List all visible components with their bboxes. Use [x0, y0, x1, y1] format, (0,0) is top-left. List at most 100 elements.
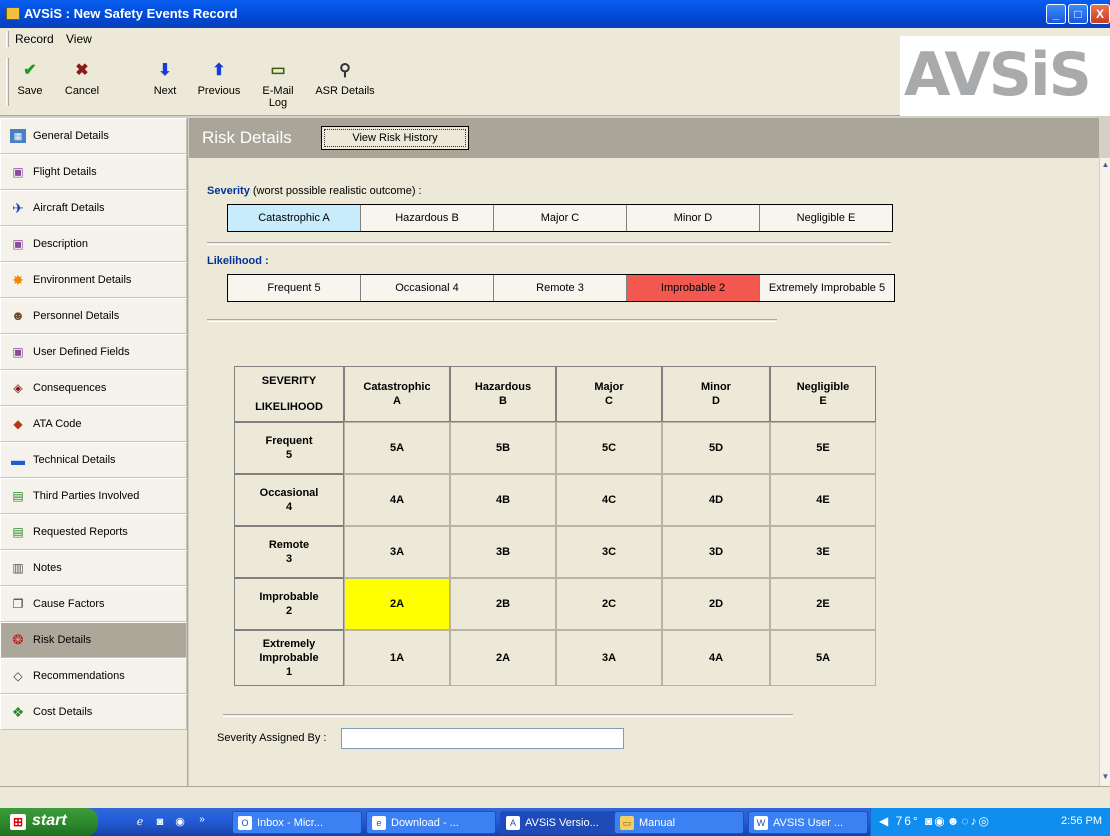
sidebar-item-recommendations[interactable]: ◇ Recommendations — [0, 658, 187, 694]
matrix-cell[interactable]: 3B — [450, 526, 556, 578]
sidebar-item-label: Notes — [33, 562, 62, 574]
cancel-button[interactable]: ✖ Cancel — [62, 62, 102, 97]
task-inbox[interactable]: O Inbox - Micr... — [232, 811, 362, 834]
matrix-cell[interactable]: 5C — [556, 422, 662, 474]
matrix-cell[interactable]: 3C — [556, 526, 662, 578]
matrix-cell[interactable]: 4C — [556, 474, 662, 526]
sidebar-item-user-defined-fields[interactable]: ▣ User Defined Fields — [0, 334, 187, 370]
next-button[interactable]: ⬇ Next — [150, 62, 180, 97]
chevron-right-icon[interactable]: » — [194, 812, 210, 828]
matrix-cell[interactable]: 1A — [344, 630, 450, 686]
sidebar-item-personnel-details[interactable]: ☻ Personnel Details — [0, 298, 187, 334]
matrix-cell[interactable]: 3A — [344, 526, 450, 578]
outlook-icon[interactable]: ◙ — [152, 814, 168, 830]
severity-assigned-by-input[interactable] — [341, 728, 624, 749]
risk-matrix: SEVERITY LIKELIHOOD Catastrophic A Hazard… — [234, 366, 876, 686]
severity-option-hazardous[interactable]: Hazardous B — [361, 205, 494, 231]
sidebar-item-risk-details[interactable]: ❂ Risk Details — [0, 622, 187, 658]
sidebar-item-technical-details[interactable]: ▬ Technical Details — [0, 442, 187, 478]
task-avsis-version[interactable]: A AVSiS Versio... — [500, 811, 630, 834]
scroll-up-icon[interactable]: ▲ — [1101, 160, 1110, 172]
severity-option-negligible[interactable]: Negligible E — [760, 205, 892, 231]
matrix-cell[interactable]: 3D — [662, 526, 770, 578]
matrix-cell[interactable]: 4E — [770, 474, 876, 526]
matrix-cell[interactable]: 2B — [450, 578, 556, 630]
severity-option-major[interactable]: Major C — [494, 205, 627, 231]
sidebar-item-label: Personnel Details — [33, 310, 120, 322]
start-button[interactable]: ⊞ start — [0, 808, 98, 836]
sidebar-item-third-parties-involved[interactable]: ▤ Third Parties Involved — [0, 478, 187, 514]
matrix-row-header: Extremely Improbable 1 — [234, 630, 344, 686]
sidebar-item-environment-details[interactable]: ✸ Environment Details — [0, 262, 187, 298]
minimize-button[interactable]: _ — [1046, 4, 1066, 24]
likelihood-label: Likelihood : — [207, 255, 269, 267]
matrix-cell[interactable]: 2D — [662, 578, 770, 630]
task-avsis-user[interactable]: W AVSIS User ... — [748, 811, 868, 834]
task-manual[interactable]: ▭ Manual — [614, 811, 744, 834]
view-risk-history-button[interactable]: View Risk History — [321, 126, 469, 150]
save-button[interactable]: ✔ Save — [14, 62, 46, 97]
globe-icon: ❖ — [11, 704, 25, 720]
matrix-corner-likelihood: LIKELIHOOD — [255, 401, 323, 413]
likelihood-option-frequent[interactable]: Frequent 5 — [228, 275, 361, 301]
matrix-cell[interactable]: 3A — [556, 630, 662, 686]
matrix-row-header: Frequent 5 — [234, 422, 344, 474]
matrix-cell[interactable]: 5A — [770, 630, 876, 686]
sidebar-item-general-details[interactable]: ▦ General Details — [0, 118, 187, 154]
close-button[interactable]: X — [1090, 4, 1110, 24]
sidebar-item-cost-details[interactable]: ❖ Cost Details — [0, 694, 187, 730]
sidebar-item-notes[interactable]: ▥ Notes — [0, 550, 187, 586]
sidebar-item-consequences[interactable]: ◈ Consequences — [0, 370, 187, 406]
likelihood-option-improbable[interactable]: Improbable 2 — [627, 275, 760, 301]
likelihood-option-remote[interactable]: Remote 3 — [494, 275, 627, 301]
ie-icon[interactable]: ℯ — [132, 814, 148, 830]
matrix-cell[interactable]: 5E — [770, 422, 876, 474]
scroll-down-icon[interactable]: ▼ — [1101, 772, 1110, 784]
sidebar-item-cause-factors[interactable]: ❐ Cause Factors — [0, 586, 187, 622]
matrix-cell[interactable]: 2E — [770, 578, 876, 630]
matrix-corner-severity: SEVERITY — [261, 375, 317, 387]
start-label: start — [32, 812, 67, 829]
matrix-cell[interactable]: 5A — [344, 422, 450, 474]
matrix-cell[interactable]: 4D — [662, 474, 770, 526]
browser-icon[interactable]: ◉ — [172, 814, 188, 830]
matrix-cell[interactable]: 5D — [662, 422, 770, 474]
sidebar-item-requested-reports[interactable]: ▤ Requested Reports — [0, 514, 187, 550]
likelihood-option-extremely-improbable[interactable]: Extremely Improbable 5 — [760, 275, 894, 301]
matrix-cell[interactable]: 2C — [556, 578, 662, 630]
next-label: Next — [153, 85, 177, 97]
menu-view[interactable]: View — [66, 32, 92, 46]
severity-option-minor[interactable]: Minor D — [627, 205, 760, 231]
tray-icons[interactable]: ◀ 76° ◙◉☻◌♪◎ — [879, 814, 991, 828]
matrix-cell[interactable]: 4A — [344, 474, 450, 526]
task-download[interactable]: e Download - ... — [366, 811, 496, 834]
severity-option-catastrophic[interactable]: Catastrophic A — [228, 205, 361, 231]
matrix-cell[interactable]: 2A — [450, 630, 556, 686]
sidebar-item-aircraft-details[interactable]: ✈ Aircraft Details — [0, 190, 187, 226]
main-panel: Risk Details View Risk History Severity … — [189, 118, 1099, 786]
matrix-row-code: 1 — [285, 666, 293, 678]
previous-button[interactable]: ⬆ Previous — [196, 62, 242, 97]
maximize-button[interactable]: □ — [1068, 4, 1088, 24]
matrix-cell[interactable]: 5B — [450, 422, 556, 474]
severity-selector: Catastrophic A Hazardous B Major C Minor… — [227, 204, 893, 232]
outlook-icon: O — [238, 816, 252, 830]
magnifier-icon: ⚲ — [339, 62, 351, 79]
sidebar-item-description[interactable]: ▣ Description — [0, 226, 187, 262]
menu-record[interactable]: Record — [15, 32, 54, 46]
matrix-cell[interactable]: 3E — [770, 526, 876, 578]
matrix-cell-selected[interactable]: 2A — [344, 578, 450, 630]
email-log-button[interactable]: ▭ E-Mail Log — [252, 62, 304, 109]
save-label: Save — [17, 85, 43, 97]
vertical-scrollbar[interactable]: ▲ ▼ — [1099, 158, 1110, 786]
matrix-row-code: 4 — [285, 501, 293, 513]
sidebar-item-ata-code[interactable]: ◆ ATA Code — [0, 406, 187, 442]
sidebar-item-flight-details[interactable]: ▣ Flight Details — [0, 154, 187, 190]
matrix-cell[interactable]: 4A — [662, 630, 770, 686]
likelihood-option-occasional[interactable]: Occasional 4 — [361, 275, 494, 301]
matrix-col-name: Hazardous — [474, 381, 532, 393]
asr-details-button[interactable]: ⚲ ASR Details — [313, 62, 377, 97]
matrix-cell[interactable]: 4B — [450, 474, 556, 526]
matrix-row-code: 5 — [285, 449, 293, 461]
ie-icon: e — [372, 816, 386, 830]
